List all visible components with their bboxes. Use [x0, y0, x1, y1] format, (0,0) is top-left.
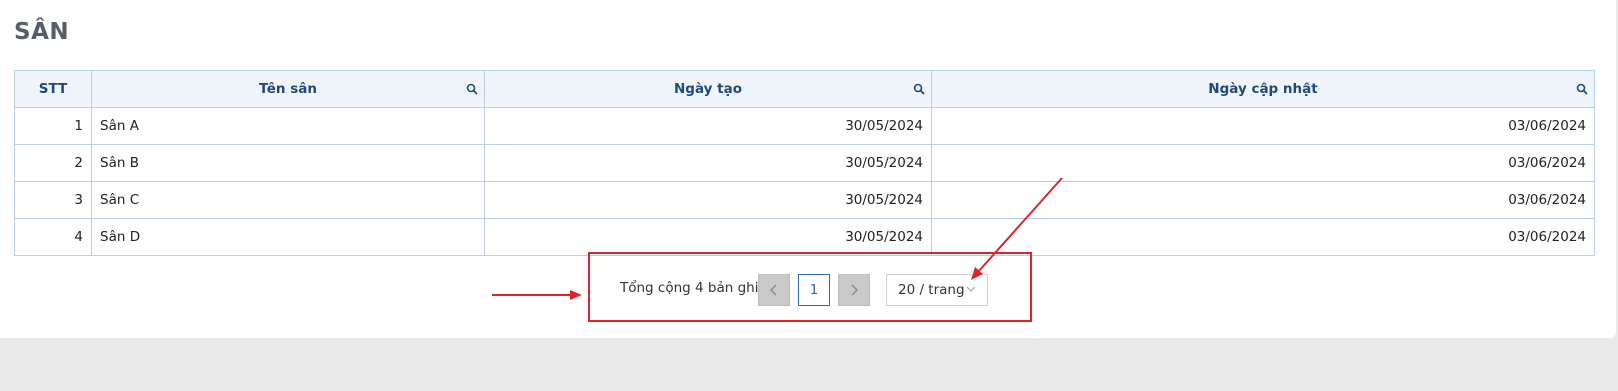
arrow-to-page-size	[971, 177, 1063, 280]
annotation-arrows	[492, 177, 1063, 300]
arrow-to-pagination	[492, 290, 582, 300]
